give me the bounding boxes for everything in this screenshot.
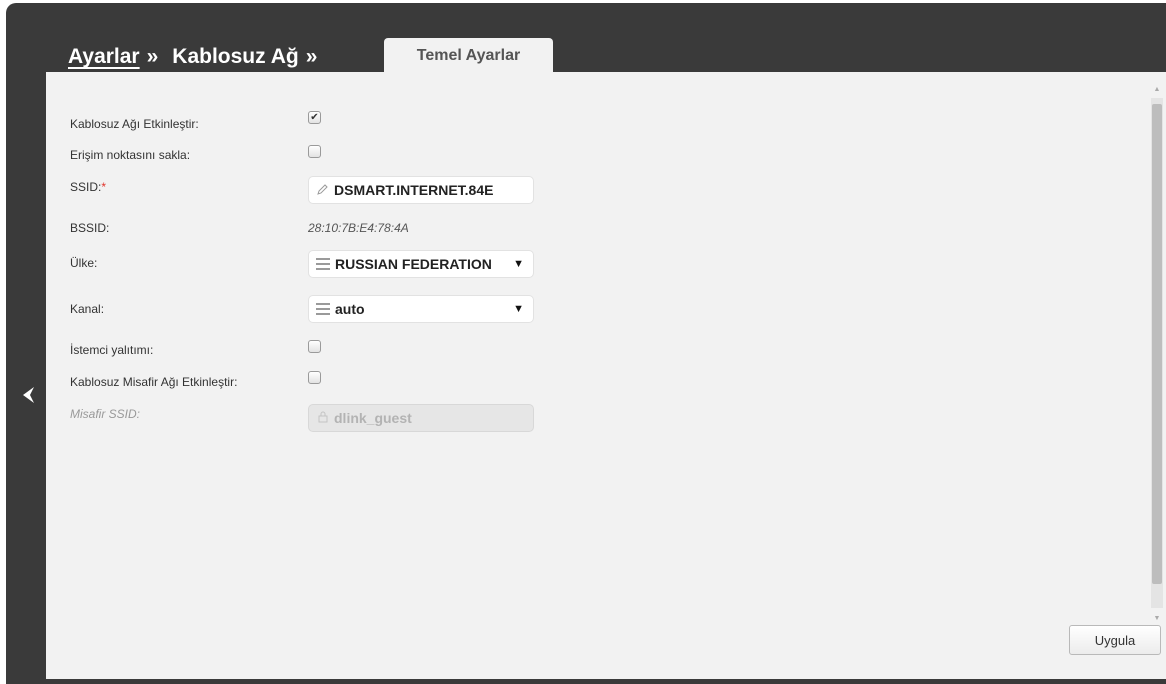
- required-marker: *: [101, 180, 107, 194]
- ssid-value: DSMART.INTERNET.84E: [334, 182, 494, 198]
- scroll-down-icon[interactable]: ▼: [1150, 615, 1164, 622]
- guest-enable-checkbox[interactable]: [308, 371, 321, 384]
- apply-button[interactable]: Uygula: [1069, 625, 1161, 655]
- checkmark-icon: ✔: [310, 111, 319, 123]
- enable-wifi-checkbox[interactable]: ✔: [308, 111, 321, 124]
- country-label: Ülke:: [70, 256, 98, 270]
- country-select[interactable]: RUSSIAN FEDERATION ▼: [308, 250, 534, 278]
- pencil-icon: [316, 183, 330, 198]
- dropdown-arrow-icon: ▼: [513, 258, 524, 270]
- ssid-label: SSID:*: [70, 180, 107, 194]
- scroll-up-icon[interactable]: ▲: [1150, 86, 1164, 93]
- breadcrumb-separator: »: [305, 45, 318, 68]
- hide-ap-label: Erişim noktasını sakla:: [70, 148, 191, 162]
- country-value: RUSSIAN FEDERATION: [335, 256, 492, 272]
- breadcrumb-separator: »: [146, 45, 159, 68]
- back-arrow-icon[interactable]: [18, 384, 40, 406]
- vertical-scrollbar[interactable]: ▲ ▼: [1150, 86, 1164, 622]
- list-icon: [316, 303, 330, 315]
- ssid-input[interactable]: DSMART.INTERNET.84E: [308, 176, 534, 204]
- breadcrumb: Ayarlar » Kablosuz Ağ »: [68, 40, 331, 74]
- guest-ssid-label: Misafir SSID:: [70, 407, 141, 421]
- bssid-value: 28:10:7B:E4:78:4A: [308, 221, 409, 235]
- channel-label: Kanal:: [70, 302, 105, 316]
- channel-value: auto: [335, 301, 365, 317]
- breadcrumb-wireless: Kablosuz Ağ: [172, 45, 299, 68]
- guest-ssid-input: dlink_guest: [308, 404, 534, 432]
- lock-icon: [316, 411, 330, 426]
- dropdown-arrow-icon: ▼: [513, 303, 524, 315]
- tab-basic-settings[interactable]: Temel Ayarlar: [384, 38, 553, 74]
- guest-enable-label: Kablosuz Misafir Ağı Etkinleştir:: [70, 375, 238, 389]
- breadcrumb-settings-link[interactable]: Ayarlar: [68, 45, 140, 69]
- channel-select[interactable]: auto ▼: [308, 295, 534, 323]
- list-icon: [316, 258, 330, 270]
- client-isolation-checkbox[interactable]: [308, 340, 321, 353]
- scroll-thumb[interactable]: [1152, 104, 1162, 584]
- hide-ap-checkbox[interactable]: [308, 145, 321, 158]
- enable-wifi-label: Kablosuz Ağı Etkinleştir:: [70, 117, 199, 131]
- guest-ssid-value: dlink_guest: [334, 410, 412, 426]
- bssid-label: BSSID:: [70, 221, 110, 235]
- client-isolation-label: İstemci yalıtımı:: [70, 343, 154, 357]
